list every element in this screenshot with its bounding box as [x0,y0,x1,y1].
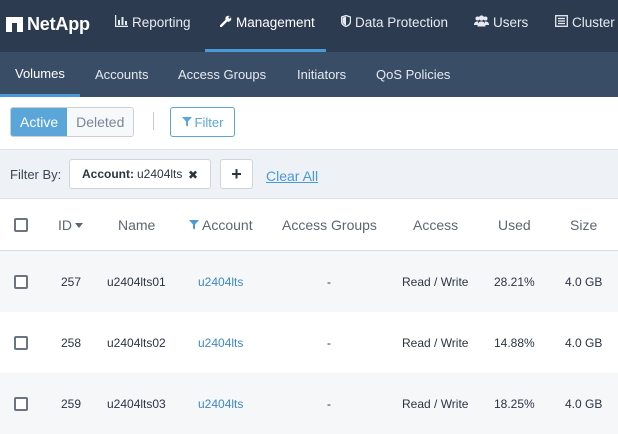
row-checkbox[interactable] [14,274,28,289]
cell-size: 4.0 GB [565,274,603,289]
column-access-groups[interactable]: Access Groups [282,199,377,251]
filter-by-label: Filter By: [10,167,62,182]
column-size-label: Size [570,217,598,233]
cell-name: u2404lts02 [107,335,166,350]
column-account[interactable]: Account [189,199,253,251]
topnav-management-label: Management [236,15,315,30]
row-checkbox-cell [14,251,28,312]
topnav-management[interactable]: Management [205,0,326,52]
sort-desc-icon [75,222,83,228]
remove-filter-icon[interactable]: ✖ [188,168,198,182]
column-used[interactable]: Used [498,199,531,251]
column-account-label: Account [202,217,253,233]
cell-size: 4.0 GB [565,335,603,350]
row-checkbox-cell [14,373,28,434]
column-size[interactable]: Size [570,199,597,251]
cell-account-link[interactable]: u2404lts [198,373,243,434]
filter-button[interactable]: Filter [170,107,235,137]
chip-value: u2404lts [137,167,183,181]
cell-id: 257 [61,274,82,289]
cell-access: Read / Write [402,396,469,411]
tab-qos-policies-label: QoS Policies [376,67,451,82]
top-navigation: NetApp Reporting Management Data Protect… [0,0,618,52]
server-icon [555,15,568,30]
column-access-label: Access [413,217,459,233]
logo-text: NetApp [27,13,90,34]
column-used-label: Used [498,217,531,233]
column-name-label: Name [118,217,156,233]
wrench-icon [219,15,232,30]
table-row[interactable]: 257 u2404lts01 u2404lts - Read / Write 2… [0,251,618,312]
tab-initiators[interactable]: Initiators [297,52,346,97]
tab-accounts[interactable]: Accounts [95,52,148,97]
plus-icon: + [231,163,242,184]
table-header: ID Name Account Access Groups Access Use… [0,199,618,251]
cell-used: 14.88% [494,335,535,350]
cell-size: 4.0 GB [565,396,603,411]
users-icon [474,15,489,30]
column-filter-icon [189,220,199,230]
tab-access-groups-label: Access Groups [178,67,267,82]
clear-all-link[interactable]: Clear All [266,168,318,184]
column-access-groups-label: Access Groups [282,217,377,233]
cell-name: u2404lts03 [107,396,166,411]
topnav-reporting[interactable]: Reporting [114,0,191,52]
cell-id: 258 [61,335,82,350]
topnav-cluster[interactable]: Cluster [555,0,615,52]
chip-key: Account: [82,167,134,181]
topnav-reporting-label: Reporting [132,15,191,30]
topnav-users[interactable]: Users [474,0,528,52]
toolbar-divider [153,112,154,130]
filter-icon [181,117,192,127]
tab-access-groups[interactable]: Access Groups [178,52,266,97]
netapp-logo[interactable]: NetApp [6,13,90,35]
tab-qos-policies[interactable]: QoS Policies [376,52,450,97]
cell-access: Read / Write [402,274,469,289]
table-row[interactable]: 259 u2404lts03 u2404lts - Read / Write 1… [0,373,618,434]
select-all-checkbox-cell [14,199,28,251]
topnav-users-label: Users [493,15,529,30]
cell-used: 18.25% [494,396,535,411]
cell-used: 28.21% [494,274,535,289]
account-filter-chip: Account: u2404lts ✖ [69,159,211,189]
cell-access: Read / Write [402,335,469,350]
netapp-logo-icon [6,16,23,32]
cell-access-groups: - [327,335,331,350]
table-row[interactable]: 258 u2404lts02 u2404lts - Read / Write 1… [0,312,618,373]
topnav-data-protection-label: Data Protection [355,15,449,30]
filter-button-label: Filter [194,114,224,130]
column-access[interactable]: Access [413,199,458,251]
column-name[interactable]: Name [118,199,155,251]
topnav-data-protection[interactable]: Data Protection [340,0,449,52]
shield-icon [340,14,352,30]
cell-access-groups: - [327,274,331,289]
filter-bar: Filter By: Account: u2404lts ✖ + Clear A… [0,149,618,199]
column-id[interactable]: ID [58,199,83,251]
cell-access-groups: - [327,396,331,411]
cell-account-link[interactable]: u2404lts [198,312,243,373]
tab-initiators-label: Initiators [297,67,347,82]
deleted-button[interactable]: Deleted [67,108,134,136]
tab-volumes[interactable]: Volumes [0,52,80,97]
add-filter-button[interactable]: + [220,159,253,189]
active-button[interactable]: Active [11,108,68,136]
topnav-cluster-label: Cluster [572,15,615,30]
select-all-checkbox[interactable] [14,218,28,232]
bar-chart-icon [114,15,128,30]
tab-volumes-label: Volumes [15,65,65,81]
row-checkbox-cell [14,312,28,373]
column-id-label: ID [58,217,72,233]
sub-navigation: Volumes Accounts Access Groups Initiator… [0,52,618,97]
toolbar: Active Deleted Filter [0,97,618,149]
tab-accounts-label: Accounts [95,67,149,82]
row-checkbox[interactable] [14,335,28,350]
cell-account-link[interactable]: u2404lts [198,251,243,312]
active-deleted-toggle: Active Deleted [10,107,135,137]
cell-name: u2404lts01 [107,274,166,289]
cell-id: 259 [61,396,82,411]
row-checkbox[interactable] [14,396,28,411]
